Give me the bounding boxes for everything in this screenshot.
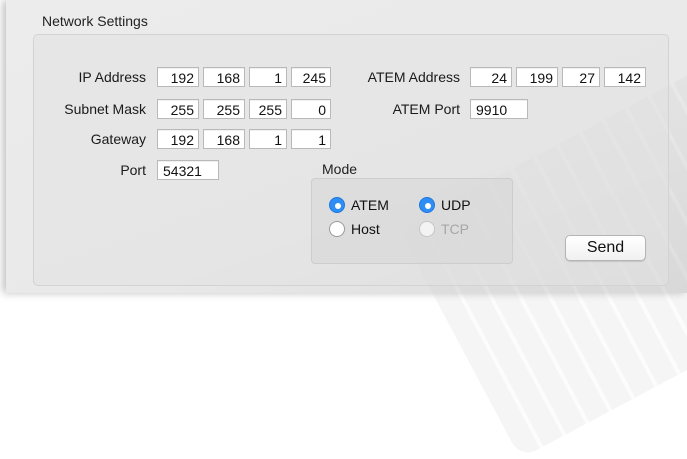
radio-selected-icon xyxy=(329,197,345,213)
radio-disabled-icon xyxy=(419,221,435,237)
radio-host[interactable]: Host xyxy=(329,221,380,237)
subnet-mask-octet-4[interactable]: 0 xyxy=(291,99,331,119)
radio-atem[interactable]: ATEM xyxy=(329,197,389,213)
gateway-octet-1[interactable]: 192 xyxy=(157,129,199,149)
ip-address-octet-3[interactable]: 1 xyxy=(249,67,287,87)
radio-udp[interactable]: UDP xyxy=(419,197,471,213)
ip-address-octet-2[interactable]: 168 xyxy=(203,67,245,87)
radio-tcp: TCP xyxy=(419,221,469,237)
atem-address-octet-1[interactable]: 24 xyxy=(470,67,512,87)
gateway-octet-3[interactable]: 1 xyxy=(249,129,287,149)
atem-address-octet-3[interactable]: 27 xyxy=(562,67,600,87)
atem-address-label: ATEM Address xyxy=(367,69,460,85)
subnet-mask-octet-2[interactable]: 255 xyxy=(203,99,245,119)
radio-tcp-label: TCP xyxy=(441,221,469,237)
subnet-mask-octet-3[interactable]: 255 xyxy=(249,99,287,119)
atem-port-field[interactable]: 9910 xyxy=(470,99,528,119)
ip-address-octet-4[interactable]: 245 xyxy=(291,67,331,87)
ip-address-label: IP Address xyxy=(78,69,146,85)
send-button[interactable]: Send xyxy=(565,235,646,261)
subnet-mask-label: Subnet Mask xyxy=(64,101,146,117)
subnet-mask-octet-1[interactable]: 255 xyxy=(157,99,199,119)
port-label: Port xyxy=(120,162,146,178)
atem-port-label: ATEM Port xyxy=(392,101,460,117)
gateway-label: Gateway xyxy=(90,131,146,147)
gateway-octet-2[interactable]: 168 xyxy=(203,129,245,149)
network-settings-title: Network Settings xyxy=(42,13,148,29)
atem-address-octet-2[interactable]: 199 xyxy=(516,67,558,87)
port-field[interactable]: 54321 xyxy=(157,160,219,180)
mode-title: Mode xyxy=(322,161,358,177)
gateway-octet-4[interactable]: 1 xyxy=(291,129,331,149)
radio-selected-icon xyxy=(419,197,435,213)
ip-address-octet-1[interactable]: 192 xyxy=(157,67,199,87)
radio-atem-label: ATEM xyxy=(351,197,389,213)
radio-host-label: Host xyxy=(351,221,380,237)
radio-udp-label: UDP xyxy=(441,197,471,213)
atem-address-octet-4[interactable]: 142 xyxy=(604,67,646,87)
radio-unselected-icon xyxy=(329,221,345,237)
